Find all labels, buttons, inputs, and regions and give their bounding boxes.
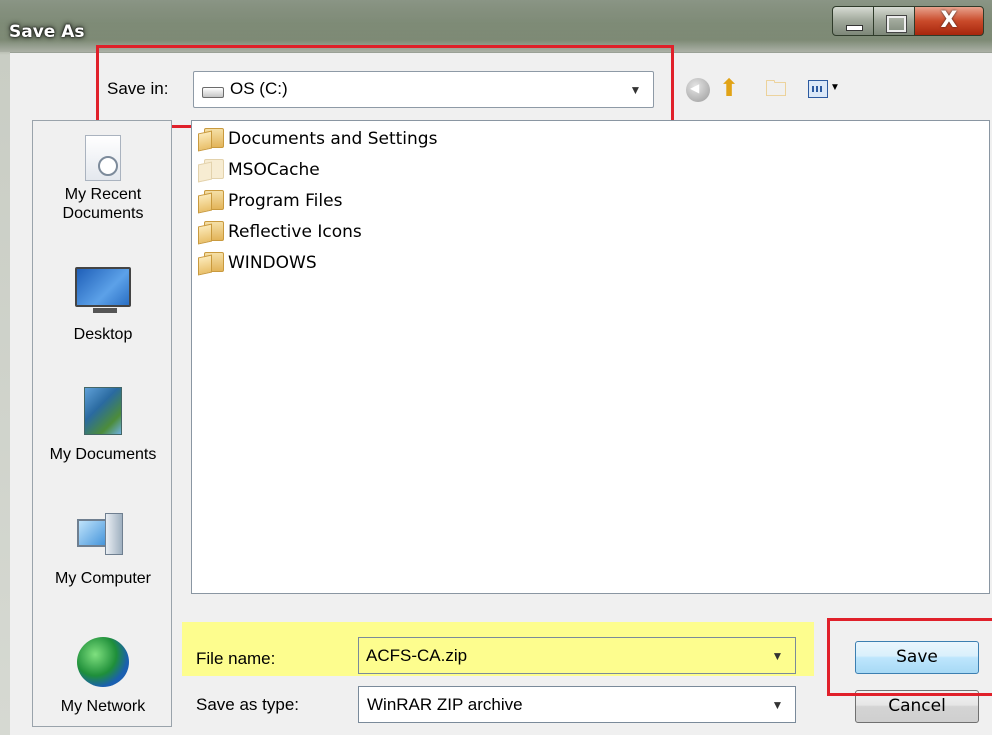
my-network-icon: [77, 637, 129, 687]
close-button[interactable]: X: [914, 6, 984, 36]
file-name: Program Files: [228, 191, 343, 211]
recent-documents-icon: [85, 135, 121, 181]
save-as-type-label: Save as type:: [196, 695, 300, 714]
view-menu-icon[interactable]: ▼: [808, 76, 840, 102]
my-computer-icon: [75, 513, 131, 563]
tower-shape: [105, 513, 123, 555]
folder-icon: [196, 190, 224, 214]
view-grid-icon: [808, 80, 828, 98]
close-icon: X: [940, 8, 958, 33]
chevron-down-icon[interactable]: ▼: [763, 642, 792, 669]
folder-icon: [196, 221, 224, 245]
save-as-type-dropdown[interactable]: WinRAR ZIP archive ▼: [358, 686, 796, 723]
file-name: WINDOWS: [228, 253, 317, 273]
file-name: Reflective Icons: [228, 222, 362, 242]
place-label: My Documents: [49, 446, 157, 463]
hidden-folder-icon: [196, 159, 224, 183]
save-as-dialog: Save As X Save in: OS (C:) ▼ ⬆ 🗀 ▼ M: [0, 0, 992, 735]
place-label: Desktop: [73, 326, 133, 343]
new-folder-icon[interactable]: 🗀: [765, 76, 795, 102]
place-my-recent-documents[interactable]: My Recent Documents: [33, 135, 173, 223]
file-name-label: File name:: [196, 649, 276, 668]
place-label: My Network: [60, 698, 146, 715]
screen: Save As X Save in: OS (C:) ▼ ⬆ 🗀 ▼ M: [0, 0, 992, 735]
file-name-input[interactable]: [363, 640, 761, 671]
chevron-down-icon[interactable]: ▼: [763, 691, 792, 718]
place-my-computer[interactable]: My Computer: [33, 513, 173, 588]
window-title: Save As: [9, 22, 85, 42]
folder-icon: [196, 128, 224, 152]
place-label: My Recent: [64, 186, 142, 203]
maximize-button[interactable]: [873, 6, 915, 36]
back-icon[interactable]: [686, 78, 710, 102]
place-label: Documents: [62, 205, 144, 222]
file-name-combo: ▼: [358, 637, 796, 674]
red-highlight-save-button: [827, 618, 992, 696]
place-label: My Computer: [54, 570, 152, 587]
save-as-type-value: WinRAR ZIP archive: [367, 695, 523, 714]
place-my-network[interactable]: My Network: [33, 637, 173, 716]
places-bar: My Recent Documents Desktop My Documents…: [32, 120, 172, 727]
folder-icon: [196, 252, 224, 276]
minimize-button[interactable]: [832, 6, 874, 36]
desktop-icon: [75, 267, 131, 313]
file-list[interactable]: Documents and Settings MSOCache Program …: [191, 120, 990, 594]
up-one-level-icon[interactable]: ⬆: [719, 76, 747, 102]
file-name: MSOCache: [228, 160, 320, 180]
file-name: Documents and Settings: [228, 129, 438, 149]
red-highlight-save-in: [96, 45, 674, 128]
place-desktop[interactable]: Desktop: [33, 267, 173, 344]
place-my-documents[interactable]: My Documents: [33, 387, 173, 464]
chevron-down-icon: ▼: [830, 82, 840, 93]
my-documents-icon: [84, 387, 122, 435]
